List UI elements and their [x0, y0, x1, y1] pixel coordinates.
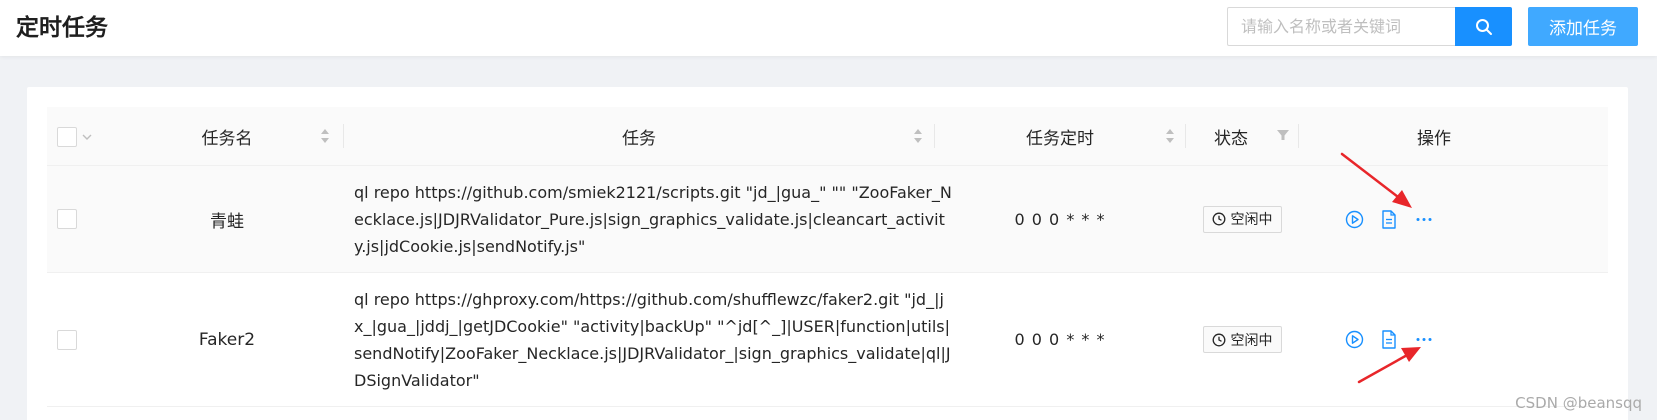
chevron-down-icon[interactable] — [81, 131, 93, 143]
row-select-cell — [57, 273, 77, 406]
column-header-actions-label: 操作 — [1417, 129, 1451, 149]
table-row[interactable]: 青蛙 ql repo https://github.com/smiek2121/… — [47, 166, 1608, 273]
table-row[interactable]: Faker2 ql repo https://ghproxy.com/https… — [47, 273, 1608, 407]
column-header-schedule[interactable]: 任务定时 — [935, 107, 1185, 166]
watermark: CSDN @beansqq — [1515, 394, 1642, 412]
task-schedule-cell: 0 0 0 * * * — [935, 273, 1185, 406]
column-header-name[interactable]: 任务名 — [107, 107, 347, 166]
add-task-button[interactable]: 添加任务 — [1528, 7, 1638, 46]
row-select-cell — [57, 166, 77, 272]
status-badge: 空闲中 — [1202, 326, 1282, 353]
task-schedule: 0 0 0 * * * — [1014, 209, 1106, 229]
search-input[interactable] — [1241, 17, 1455, 36]
task-name: 青蛙 — [210, 211, 244, 232]
search-button[interactable] — [1455, 7, 1512, 46]
task-schedule-cell: 0 0 0 * * * — [935, 166, 1185, 272]
task-command: ql repo https://github.com/smiek2121/scr… — [354, 182, 952, 256]
filter-icon[interactable] — [1276, 128, 1290, 142]
task-table: 任务名 任务 任务定时 状态 操作 青蛙 ql repo https://git… — [47, 107, 1608, 407]
table-header: 任务名 任务 任务定时 状态 操作 — [47, 107, 1608, 166]
column-header-status[interactable]: 状态 — [1186, 107, 1276, 166]
column-header-schedule-label: 任务定时 — [1026, 129, 1094, 149]
clock-icon — [1212, 333, 1225, 346]
more-icon[interactable] — [1416, 217, 1432, 222]
file-text-icon[interactable] — [1381, 330, 1397, 349]
task-status-cell: 空闲中 — [1186, 273, 1298, 406]
task-name-cell: Faker2 — [107, 273, 347, 406]
task-schedule: 0 0 0 * * * — [1014, 330, 1106, 349]
task-status-cell: 空闲中 — [1186, 166, 1298, 272]
column-header-status-label: 状态 — [1214, 129, 1248, 149]
select-all-cell — [57, 107, 97, 166]
task-name: Faker2 — [198, 329, 256, 350]
search-icon — [1475, 18, 1492, 35]
status-badge: 空闲中 — [1202, 205, 1282, 233]
clock-icon — [1212, 212, 1225, 226]
more-icon[interactable] — [1416, 337, 1432, 342]
content-card: 任务名 任务 任务定时 状态 操作 青蛙 ql repo https://git… — [27, 87, 1628, 420]
row-checkbox[interactable] — [57, 329, 77, 350]
file-text-icon[interactable] — [1381, 210, 1397, 229]
row-checkbox[interactable] — [57, 209, 77, 229]
column-header-name-label: 任务名 — [201, 129, 253, 149]
status-text: 空闲中 — [1230, 212, 1273, 228]
sort-icon[interactable] — [320, 127, 330, 145]
page-title: 定时任务 — [16, 15, 108, 41]
status-text: 空闲中 — [1230, 332, 1273, 349]
play-circle-icon[interactable] — [1345, 210, 1364, 229]
column-header-command-label: 任务 — [622, 129, 656, 149]
task-command-cell: ql repo https://github.com/smiek2121/scr… — [354, 166, 952, 272]
play-circle-icon[interactable] — [1345, 330, 1364, 349]
select-all-checkbox[interactable] — [57, 126, 77, 147]
task-name-cell: 青蛙 — [107, 166, 347, 272]
page-header: 定时任务 添加任务 — [0, 0, 1657, 56]
task-command: ql repo https://ghproxy.com/https://gith… — [354, 289, 951, 390]
sort-icon[interactable] — [1165, 127, 1175, 145]
task-command-cell: ql repo https://ghproxy.com/https://gith… — [354, 273, 952, 406]
column-header-actions: 操作 — [1299, 107, 1569, 166]
column-header-command[interactable]: 任务 — [344, 107, 934, 166]
search-box[interactable] — [1227, 7, 1455, 46]
sort-icon[interactable] — [913, 127, 923, 145]
